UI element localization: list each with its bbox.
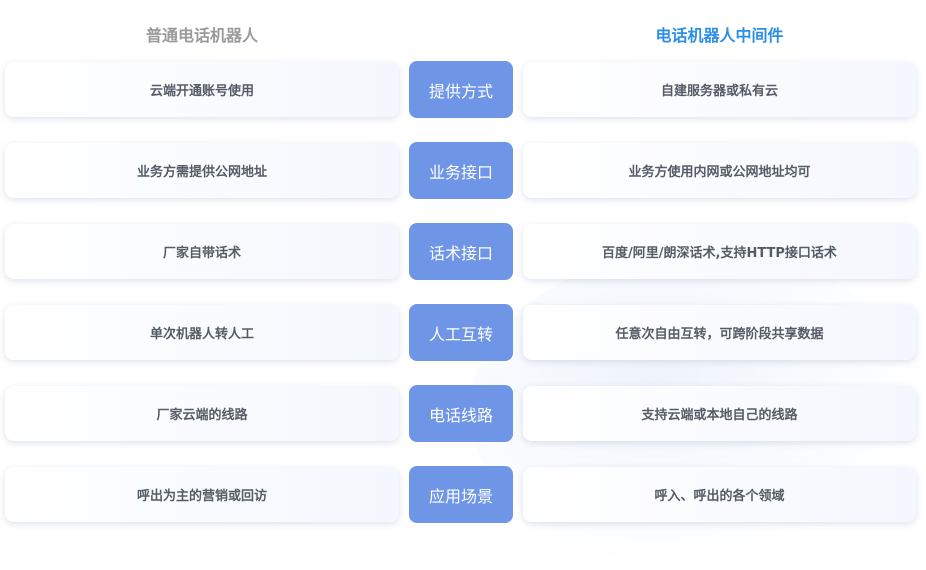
feature-label: 电话线路	[409, 385, 513, 442]
middleware-cell: 呼入、呼出的各个领域	[523, 467, 916, 522]
feature-label: 人工互转	[409, 304, 513, 361]
standard-robot-cell: 呼出为主的营销或回访	[5, 467, 399, 522]
feature-label: 话术接口	[409, 223, 513, 280]
standard-robot-cell: 厂家自带话术	[5, 224, 399, 279]
column-header-middleware: 电话机器人中间件	[655, 26, 784, 45]
standard-robot-cell: 业务方需提供公网地址	[5, 143, 399, 198]
feature-label: 提供方式	[409, 61, 513, 118]
standard-robot-cell: 云端开通账号使用	[5, 62, 399, 117]
middleware-cell: 自建服务器或私有云	[523, 62, 916, 117]
middleware-cell: 百度/阿里/朗深话术,支持HTTP接口话术	[523, 224, 916, 279]
column-header-standard-robot: 普通电话机器人	[145, 26, 258, 45]
feature-label: 业务接口	[409, 142, 513, 199]
standard-robot-cell: 单次机器人转人工	[5, 305, 399, 360]
middleware-cell: 支持云端或本地自己的线路	[523, 386, 916, 441]
middleware-cell: 任意次自由互转，可跨阶段共享数据	[523, 305, 916, 360]
middleware-cell: 业务方使用内网或公网地址均可	[523, 143, 916, 198]
standard-robot-cell: 厂家云端的线路	[5, 386, 399, 441]
feature-label: 应用场景	[409, 466, 513, 523]
